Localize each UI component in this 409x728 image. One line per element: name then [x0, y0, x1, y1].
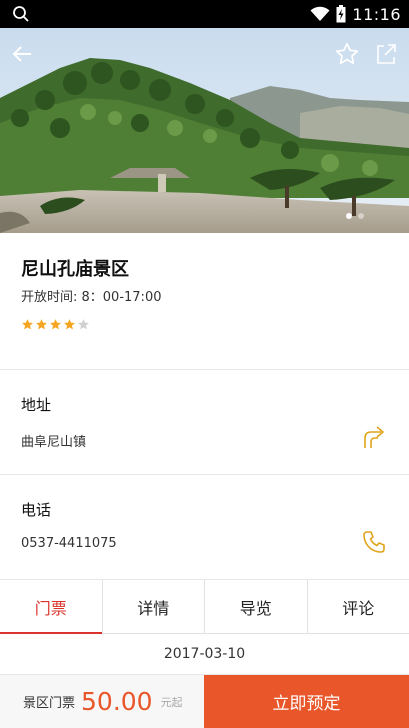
status-bar: 11:16: [0, 0, 409, 28]
rating-stars: [21, 318, 90, 331]
carousel-indicator: [346, 213, 364, 219]
star-filled-icon: [50, 319, 61, 330]
phone-label: 电话: [21, 501, 52, 519]
address-value: 曲阜尼山镇: [21, 435, 87, 450]
price-area: 景区门票 50.00 元起: [0, 675, 204, 728]
phone-section: 电话 0537-4411075: [0, 475, 409, 580]
share-button[interactable]: [372, 40, 400, 68]
price-unit: 元起: [160, 695, 183, 709]
tab-guide[interactable]: 导览: [205, 580, 308, 633]
book-now-button[interactable]: 立即预定: [204, 675, 409, 728]
tab-tickets[interactable]: 门票: [0, 580, 103, 634]
ticket-date[interactable]: 2017-03-10: [0, 634, 409, 674]
address-label: 地址: [21, 396, 52, 414]
back-button[interactable]: [8, 40, 36, 68]
star-filled-icon: [36, 319, 47, 330]
carousel-dot: [346, 213, 352, 219]
carousel-dot: [358, 213, 364, 219]
hero-image[interactable]: [0, 28, 409, 233]
favorite-button[interactable]: [333, 40, 361, 68]
tab-bar: 门票 详情 导览 评论: [0, 580, 409, 634]
phone-icon[interactable]: [361, 529, 387, 555]
wifi-icon: [310, 6, 330, 21]
directions-icon[interactable]: [361, 424, 387, 450]
back-arrow-icon: [12, 46, 31, 62]
battery-icon: [336, 5, 346, 23]
opening-hours: 开放时间: 8：00-17:00: [21, 290, 162, 305]
star-empty-icon: [78, 319, 89, 330]
scenic-title: 尼山孔庙景区: [21, 259, 129, 280]
scenic-info: 尼山孔庙景区 开放时间: 8：00-17:00: [0, 233, 409, 370]
tab-reviews[interactable]: 评论: [308, 580, 409, 633]
search-icon[interactable]: [12, 5, 30, 23]
tab-details[interactable]: 详情: [103, 580, 205, 633]
status-time: 11:16: [352, 4, 401, 24]
booking-bar: 景区门票 50.00 元起 立即预定: [0, 674, 409, 728]
star-filled-icon: [22, 319, 33, 330]
share-icon: [377, 44, 396, 64]
price-label: 景区门票: [23, 696, 76, 711]
phone-value: 0537-4411075: [21, 536, 117, 551]
star-outline-icon: [335, 42, 359, 65]
star-filled-icon: [64, 319, 75, 330]
address-section: 地址 曲阜尼山镇: [0, 370, 409, 475]
price-value: 50.00: [81, 687, 153, 716]
